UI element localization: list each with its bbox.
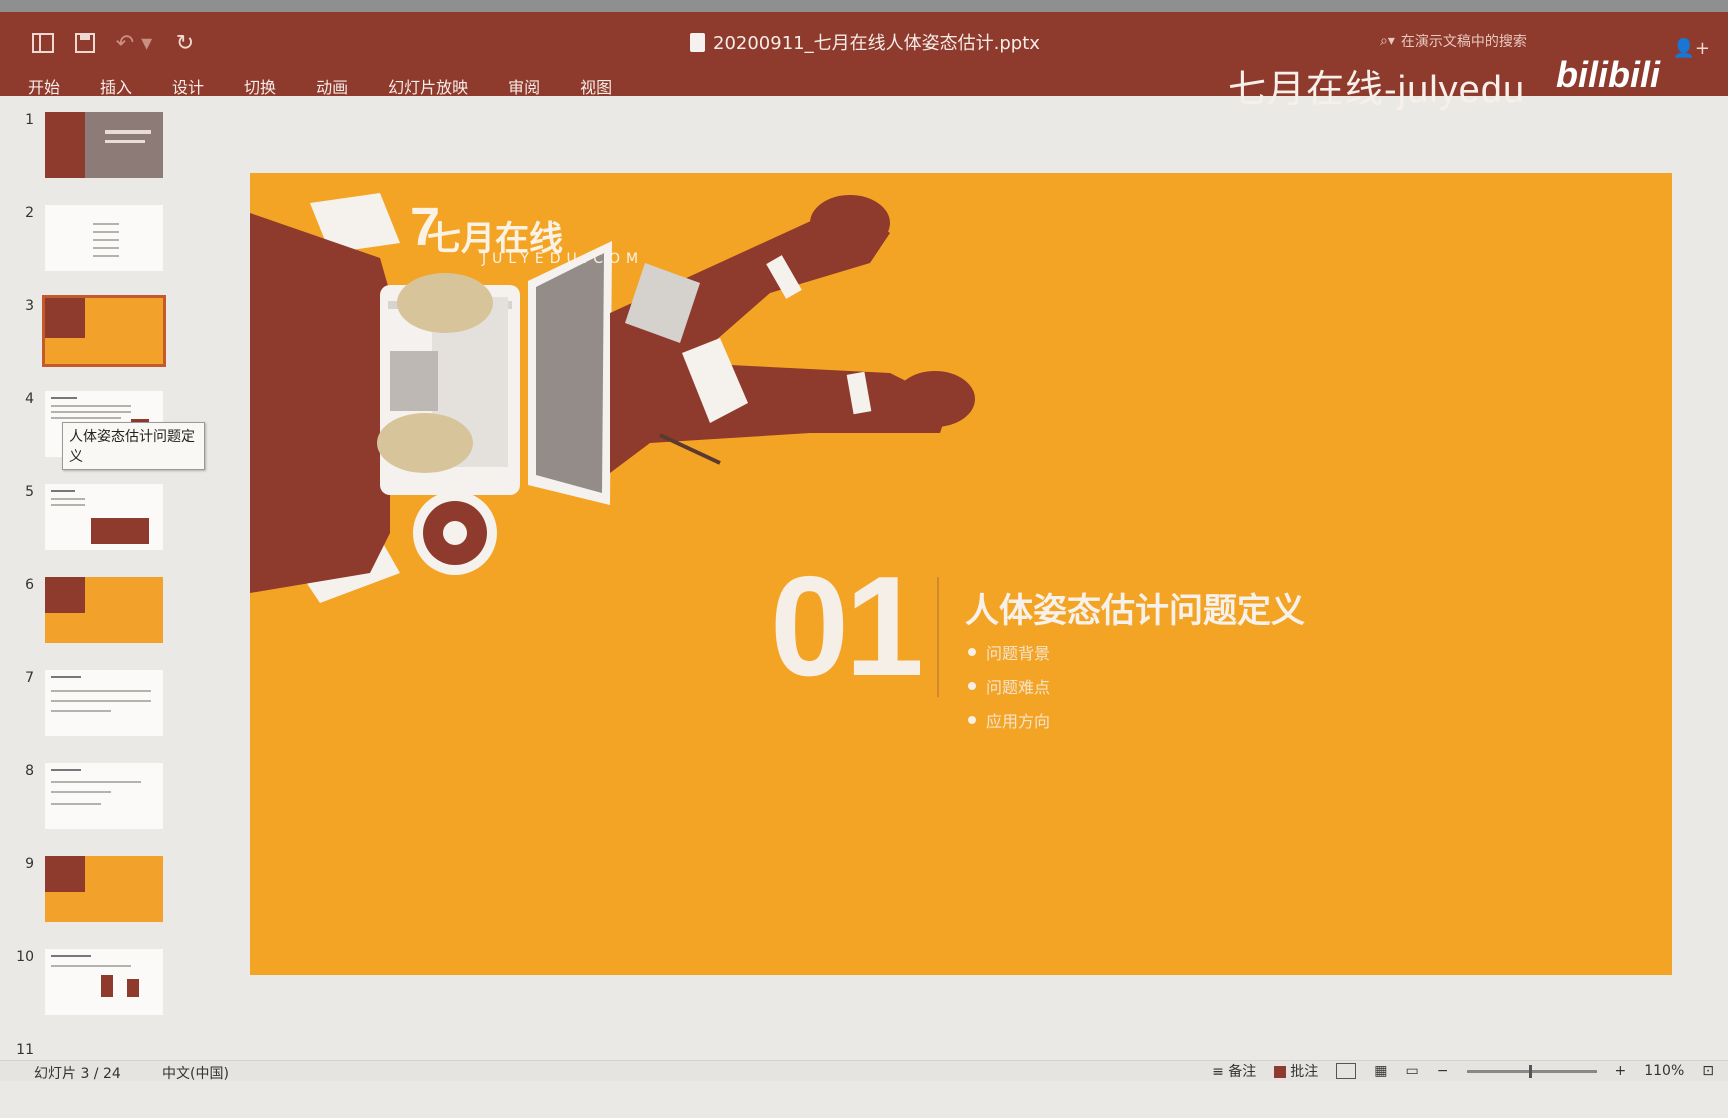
language-indicator[interactable]: 中文(中国) xyxy=(162,1063,229,1083)
bullet-dot-icon xyxy=(968,682,976,690)
brand-watermark: 七月在线-julyedu xyxy=(1228,69,1526,111)
sidebar-toggle-icon[interactable] xyxy=(26,26,60,60)
window-top-strip xyxy=(0,0,1728,12)
thumbnail-number: 2 xyxy=(25,205,34,221)
slide-thumbnail[interactable] xyxy=(45,577,163,643)
fit-slide-icon[interactable]: ⊡ xyxy=(1702,1063,1714,1079)
zoom-slider[interactable] xyxy=(1466,1064,1597,1078)
search-icon: ⌕▾ xyxy=(1380,33,1395,49)
normal-view-icon[interactable] xyxy=(1336,1063,1357,1079)
zoom-in-icon[interactable]: + xyxy=(1615,1063,1627,1079)
slide-sorter-icon[interactable]: ▦ xyxy=(1374,1063,1387,1079)
undo-icon[interactable]: ↶ ▾ xyxy=(112,26,156,60)
slide-thumbnail-panel[interactable]: 1 2 3 4 5 6 7 8 9 10 11 人体姿态估计问题定义 xyxy=(0,96,205,1060)
slide-canvas[interactable]: 7 七月在线 JULYEDU.COM 01 人体姿态估计问题定义 问题背景 问题… xyxy=(250,173,1672,975)
bullet-dot-icon xyxy=(968,716,976,724)
bullet-item: 问题背景 xyxy=(968,635,1050,669)
zoom-slider-knob[interactable] xyxy=(1528,1064,1532,1078)
thumbnail-row[interactable]: 1 xyxy=(0,108,205,188)
slide-thumbnail[interactable] xyxy=(45,112,163,178)
section-number: 01 xyxy=(770,547,924,706)
document-title: 20200911_七月在线人体姿态估计.pptx xyxy=(690,26,1040,58)
tab-animations[interactable]: 动画 xyxy=(316,74,348,98)
notes-label: 备注 xyxy=(1228,1064,1257,1080)
notes-icon: ≡ xyxy=(1212,1064,1229,1080)
thumbnail-number: 10 xyxy=(16,949,34,965)
thumbnail-row[interactable]: 6 xyxy=(0,573,205,653)
bullet-dot-icon xyxy=(968,648,976,656)
slide-thumbnail[interactable] xyxy=(45,856,163,922)
thumbnail-number: 11 xyxy=(16,1042,34,1058)
document-filename: 20200911_七月在线人体姿态估计.pptx xyxy=(713,33,1040,54)
zoom-out-icon[interactable]: − xyxy=(1437,1063,1449,1079)
thumbnail-number: 8 xyxy=(25,763,34,779)
save-icon[interactable] xyxy=(68,26,102,60)
bullet-text: 问题背景 xyxy=(986,644,1051,663)
tab-review[interactable]: 审阅 xyxy=(508,74,540,98)
share-user-icon[interactable]: 👤+ xyxy=(1673,38,1711,59)
thumbnail-row[interactable]: 9 xyxy=(0,852,205,932)
thumbnail-row[interactable]: 8 xyxy=(0,759,205,839)
bullet-text: 问题难点 xyxy=(986,678,1051,697)
reading-view-icon[interactable]: ▭ xyxy=(1406,1063,1419,1079)
tab-insert[interactable]: 插入 xyxy=(100,74,132,98)
thumbnail-row[interactable]: 7 xyxy=(0,666,205,746)
thumbnail-row-selected[interactable]: 3 xyxy=(0,294,205,374)
thumbnail-number: 1 xyxy=(25,112,34,128)
search-input[interactable]: 在演示文稿中的搜索 xyxy=(1401,31,1527,51)
thumbnail-number: 6 xyxy=(25,577,34,593)
tab-view[interactable]: 视图 xyxy=(580,74,612,98)
slide-thumbnail[interactable] xyxy=(45,763,163,829)
slide-thumbnail[interactable] xyxy=(45,484,163,550)
bullet-text: 应用方向 xyxy=(986,712,1051,731)
thumbnail-number: 4 xyxy=(25,391,34,407)
thumbnail-row[interactable]: 2 xyxy=(0,201,205,281)
notes-button[interactable]: ≡ 备注 xyxy=(1212,1061,1256,1081)
status-controls: ≡ 备注 批注 ▦ ▭ − + 110% ⊡ xyxy=(1212,1061,1728,1081)
comments-icon xyxy=(1274,1066,1287,1078)
thumbnail-row[interactable]: 5 xyxy=(0,480,205,560)
thumbnail-number: 9 xyxy=(25,856,34,872)
thumbnail-row[interactable]: 10 xyxy=(0,945,205,1025)
title-bar: ↶ ▾ ↻ 20200911_七月在线人体姿态估计.pptx ⌕▾ 在演示文稿中… xyxy=(0,12,1728,111)
tab-home[interactable]: 开始 xyxy=(28,74,60,98)
thumbnail-tooltip: 人体姿态估计问题定义 xyxy=(62,422,205,470)
slide-thumbnail-selected[interactable] xyxy=(42,295,166,367)
slide-thumbnail[interactable] xyxy=(45,670,163,736)
bilibili-watermark: bilibili xyxy=(1556,54,1660,95)
thumbnail-number: 5 xyxy=(25,484,34,500)
slide-thumbnail[interactable] xyxy=(45,205,163,271)
bullet-list: 问题背景 问题难点 应用方向 xyxy=(968,635,1050,737)
slide-title: 人体姿态估计问题定义 xyxy=(965,591,1305,631)
file-icon xyxy=(690,32,705,52)
status-bar: 幻灯片 3 / 24 中文(中国) ≡ 备注 批注 ▦ ▭ − + 110% ⊡ xyxy=(0,1060,1728,1083)
redo-icon[interactable]: ↻ xyxy=(168,26,202,60)
slide-illustration: 7 xyxy=(250,193,975,603)
tab-transitions[interactable]: 切换 xyxy=(244,74,276,98)
thumbnail-number: 3 xyxy=(25,298,34,314)
tab-design[interactable]: 设计 xyxy=(172,74,204,98)
comments-label: 批注 xyxy=(1290,1064,1319,1080)
zoom-level[interactable]: 110% xyxy=(1644,1063,1684,1079)
slide-logo-subtext: JULYEDU.COM xyxy=(482,251,645,267)
bullet-item: 问题难点 xyxy=(968,669,1050,703)
section-divider xyxy=(937,577,939,697)
search-box[interactable]: ⌕▾ 在演示文稿中的搜索 xyxy=(1380,26,1527,56)
thumbnail-number: 7 xyxy=(25,670,34,686)
bullet-item: 应用方向 xyxy=(968,703,1050,737)
slide-counter: 幻灯片 3 / 24 xyxy=(34,1066,121,1082)
comments-button[interactable]: 批注 xyxy=(1274,1061,1318,1081)
slide-thumbnail[interactable] xyxy=(45,949,163,1015)
tab-slideshow[interactable]: 幻灯片放映 xyxy=(388,74,468,98)
